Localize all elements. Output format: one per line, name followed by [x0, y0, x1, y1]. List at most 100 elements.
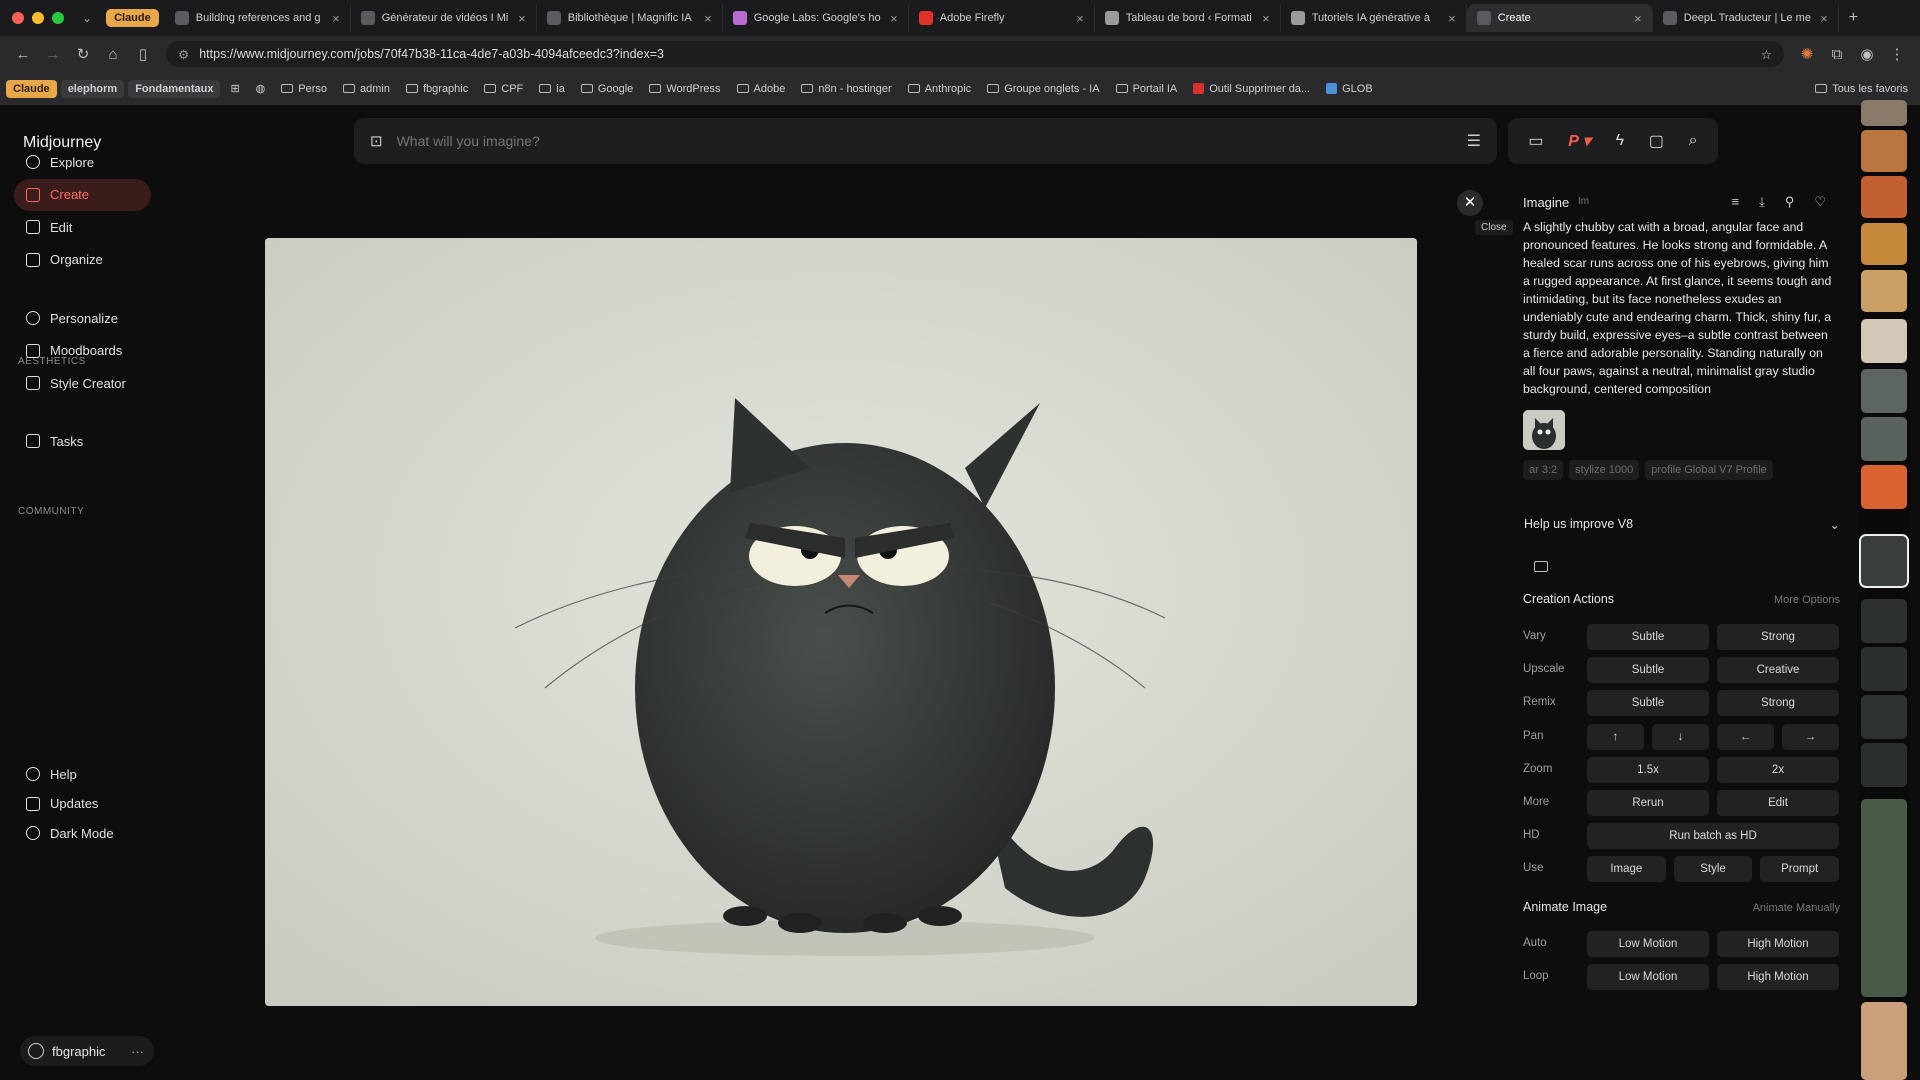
more-rerun-button[interactable]: Rerun	[1587, 790, 1709, 816]
minimize-window-button[interactable]	[32, 12, 44, 24]
chat-icon[interactable]: ▢	[1649, 131, 1664, 151]
browser-tab[interactable]: Building references and g ×	[165, 4, 351, 32]
folder-icon[interactable]	[1534, 561, 1548, 572]
pan--button[interactable]: →	[1782, 723, 1839, 750]
pan--button[interactable]: ←	[1717, 723, 1774, 750]
browser-tab[interactable]: Adobe Firefly ×	[909, 4, 1095, 32]
use-style-button[interactable]: Style	[1673, 856, 1753, 883]
history-thumbnail[interactable]	[1861, 799, 1907, 997]
history-thumbnail[interactable]	[1861, 176, 1907, 218]
bookmark-chip[interactable]: Claude	[6, 79, 57, 98]
sidebar-item-style-creator[interactable]: Style Creator	[14, 367, 151, 399]
browser-tab[interactable]: Google Labs: Google's ho ×	[723, 4, 909, 32]
zoom-2x-button[interactable]: 2x	[1717, 756, 1839, 783]
bookmark-item[interactable]: n8n - hostinger	[795, 80, 897, 98]
browser-tab[interactable]: Générateur de vidéos I Mi ×	[351, 4, 537, 32]
history-thumbnail[interactable]	[1861, 599, 1907, 643]
url-field[interactable]: ⚙ https://www.midjourney.com/jobs/70f47b…	[166, 41, 1784, 67]
folder-icon[interactable]: ▭	[1528, 131, 1543, 151]
close-tab-icon[interactable]: ×	[1448, 11, 1456, 26]
bookmark-item[interactable]: Anthropic	[902, 80, 977, 98]
more-edit-button[interactable]: Edit	[1717, 790, 1839, 816]
bookmark-item[interactable]: CPF	[478, 80, 529, 98]
sidebar-item-moodboards[interactable]: Moodboards	[14, 335, 151, 367]
close-tab-icon[interactable]: ×	[1820, 11, 1828, 26]
chevron-down-icon[interactable]: ⌄	[1830, 517, 1840, 532]
history-thumbnail[interactable]	[1861, 417, 1907, 461]
history-thumbnail[interactable]	[1861, 100, 1907, 126]
bookmark-item[interactable]: GLOB	[1320, 80, 1379, 98]
bookmark-chip[interactable]: Fondamentaux	[128, 79, 221, 98]
bookmark-item[interactable]: Adobe	[731, 80, 792, 98]
close-tab-icon[interactable]: ×	[1262, 11, 1270, 26]
animate-manually-link[interactable]: Animate Manually	[1753, 902, 1840, 914]
vary-strong-button[interactable]: Strong	[1717, 624, 1839, 650]
image-upload-icon[interactable]: ⊡	[370, 132, 383, 150]
history-thumbnail[interactable]	[1861, 369, 1907, 413]
user-menu[interactable]: fbgraphic ···	[20, 1036, 154, 1066]
sidebar-item-explore[interactable]: Explore	[14, 146, 151, 178]
sidebar-item-create[interactable]: Create	[14, 178, 151, 211]
personalize-p-icon[interactable]: P ▾	[1568, 131, 1591, 151]
pan--button[interactable]: ↓	[1652, 723, 1709, 750]
zoom-1-5x-button[interactable]: 1.5x	[1587, 756, 1709, 783]
browser-tab[interactable]: Tutoriels IA générative à ×	[1281, 4, 1467, 32]
history-thumbnail[interactable]	[1861, 465, 1907, 509]
history-thumbnail[interactable]	[1861, 647, 1907, 691]
more-icon[interactable]: ···	[131, 1044, 144, 1059]
parameter-chip[interactable]: ar 3:2	[1523, 460, 1564, 480]
extensions-puzzle-icon[interactable]: ⧉	[1822, 46, 1852, 63]
auto-low-motion-button[interactable]: Low Motion	[1587, 931, 1709, 957]
search-icon[interactable]: ⌕	[1689, 132, 1698, 150]
loop-high-motion-button[interactable]: High Motion	[1717, 964, 1839, 990]
sidebar-item-dark-mode[interactable]: Dark Mode	[14, 817, 151, 849]
bookmark-item[interactable]: fbgraphic	[400, 80, 474, 98]
tab-list-chevron-icon[interactable]: ⌄	[82, 11, 92, 25]
history-thumbnail[interactable]	[1861, 695, 1907, 739]
reference-image-thumbnail[interactable]	[1523, 410, 1565, 450]
menu-lines-icon[interactable]: ≡	[1731, 194, 1739, 210]
history-thumbnail[interactable]	[1861, 130, 1907, 172]
use-image-button[interactable]: Image	[1587, 856, 1666, 883]
all-bookmarks[interactable]: Tous les favoris	[1809, 80, 1914, 98]
history-thumbnail[interactable]	[1861, 319, 1907, 363]
settings-sliders-icon[interactable]: ☰	[1467, 131, 1481, 151]
parameter-chip[interactable]: profile Global V7 Profile	[1645, 460, 1773, 480]
bookmark-item[interactable]: Google	[575, 80, 639, 98]
history-thumbnail[interactable]	[1861, 1002, 1907, 1080]
browser-tab[interactable]: Bibliothèque | Magnific IA ×	[537, 4, 723, 32]
feedback-section[interactable]: Help us improve V8 ⌄	[1524, 517, 1840, 532]
sidebar-item-edit[interactable]: Edit	[14, 211, 151, 243]
loop-low-motion-button[interactable]: Low Motion	[1587, 964, 1709, 990]
close-window-button[interactable]	[12, 12, 24, 24]
close-tab-icon[interactable]: ×	[1634, 11, 1642, 26]
generated-image[interactable]	[265, 238, 1417, 1006]
star-icon[interactable]: ☆	[1761, 47, 1772, 62]
profile-icon[interactable]: ◉	[1852, 45, 1882, 63]
remix-subtle-button[interactable]: Subtle	[1587, 690, 1709, 717]
bookmark-item[interactable]: admin	[337, 80, 396, 98]
history-thumbnail[interactable]	[1861, 223, 1907, 265]
sidebar-item-tasks[interactable]: Tasks	[14, 425, 151, 457]
close-tab-icon[interactable]: ×	[1076, 11, 1084, 26]
bookmark-item[interactable]: Portail IA	[1110, 80, 1184, 98]
back-icon[interactable]: ←	[8, 46, 38, 63]
upscale-creative-button[interactable]: Creative	[1717, 657, 1839, 684]
forward-icon[interactable]: →	[38, 46, 68, 63]
browser-tab[interactable]: DeepL Traducteur | Le me ×	[1653, 4, 1839, 32]
use-prompt-button[interactable]: Prompt	[1760, 856, 1840, 883]
bookmark-item[interactable]: Groupe onglets - IA	[981, 80, 1105, 98]
close-tab-icon[interactable]: ×	[332, 11, 340, 26]
tab-group-label[interactable]: Claude	[106, 9, 159, 27]
bookmark-item[interactable]: Perso	[275, 80, 333, 98]
sidebar-item-help[interactable]: Help	[14, 758, 151, 790]
menu-icon[interactable]: ⋮	[1882, 45, 1912, 63]
more-options-link[interactable]: More Options	[1774, 594, 1840, 606]
speed-bolt-icon[interactable]: ϟ	[1616, 132, 1624, 150]
remix-strong-button[interactable]: Strong	[1717, 690, 1839, 717]
close-tab-icon[interactable]: ×	[890, 11, 898, 26]
auto-high-motion-button[interactable]: High Motion	[1717, 931, 1839, 957]
new-tab-button[interactable]: +	[1849, 9, 1858, 27]
extension-icon[interactable]: ✺	[1792, 45, 1822, 63]
upscale-subtle-button[interactable]: Subtle	[1587, 657, 1709, 684]
